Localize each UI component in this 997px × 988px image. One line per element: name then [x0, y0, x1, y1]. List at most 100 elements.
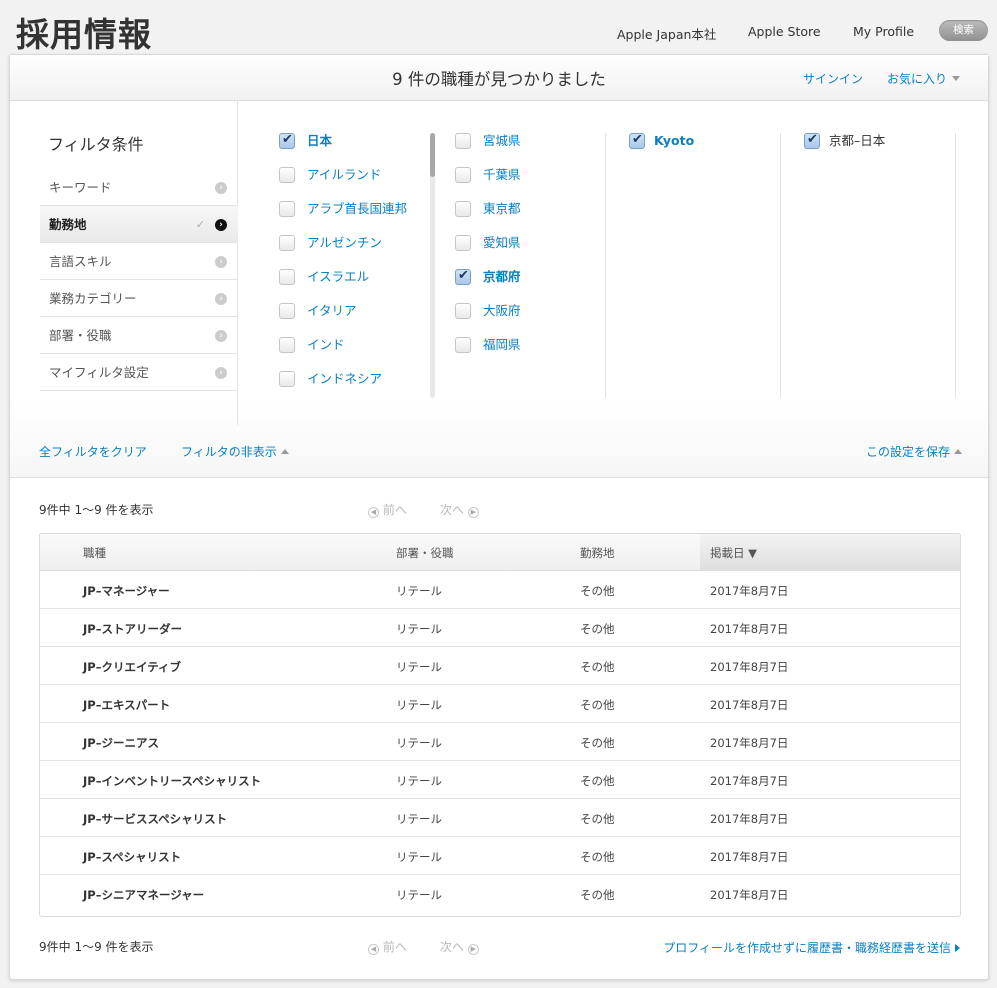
filter-category-location[interactable]: 勤務地 ✓ ›: [40, 206, 238, 243]
job-department: リテール: [396, 698, 442, 712]
column-header-date[interactable]: 掲載日 ▼: [710, 545, 757, 561]
table-row[interactable]: JP–クリエイティブ リテール その他 2017年8月7日: [40, 647, 960, 685]
country-option[interactable]: 日本: [279, 132, 424, 167]
country-option[interactable]: イタリア: [279, 303, 424, 337]
checkbox[interactable]: [455, 235, 471, 251]
filter-category-label: キーワード: [49, 180, 112, 195]
table-row[interactable]: JP–エキスパート リテール その他 2017年8月7日: [40, 685, 960, 723]
nav-apple-store[interactable]: Apple Store: [748, 24, 821, 39]
checkbox[interactable]: [629, 132, 645, 149]
filter-category-label: 勤務地: [49, 217, 87, 232]
checkbox[interactable]: [279, 132, 295, 149]
job-department: リテール: [396, 622, 442, 636]
country-option[interactable]: インドネシア: [279, 371, 424, 405]
job-title-link[interactable]: JP–ジーニアス: [83, 735, 159, 751]
prefecture-option[interactable]: 東京都: [455, 201, 595, 235]
country-scrollbar-thumb[interactable]: [430, 133, 435, 177]
job-department: リテール: [396, 660, 442, 674]
job-title-link[interactable]: JP–エキスパート: [83, 697, 170, 713]
country-option[interactable]: アイルランド: [279, 167, 424, 201]
table-row[interactable]: JP–ストアリーダー リテール その他 2017年8月7日: [40, 609, 960, 647]
chevron-right-icon: ›: [215, 182, 227, 194]
prefecture-option[interactable]: 大阪府: [455, 303, 595, 337]
prefecture-option[interactable]: 福岡県: [455, 337, 595, 371]
submit-resume-link[interactable]: プロフィールを作成せずに履歴書・職務経歴書を送信: [663, 939, 960, 956]
column-header-location[interactable]: 勤務地: [580, 545, 615, 561]
country-option[interactable]: アルゼンチン: [279, 235, 424, 269]
clear-filters-link[interactable]: 全フィルタをクリア: [39, 443, 147, 460]
job-title-link[interactable]: JP–シニアマネージャー: [83, 887, 204, 903]
prefecture-option[interactable]: 京都府: [455, 268, 595, 303]
checkbox[interactable]: [279, 371, 295, 387]
filter-category-keyword[interactable]: キーワード ›: [40, 169, 238, 206]
checkbox[interactable]: [279, 303, 295, 319]
city-option[interactable]: Kyoto: [629, 132, 769, 167]
checkbox[interactable]: [804, 132, 820, 149]
jobs-table: 職種 部署・役職 勤務地 掲載日 ▼ JP–マネージャー リテール その他 20…: [39, 533, 961, 917]
prefecture-options: 宮城県 千葉県 東京都 愛知県 京都府 大阪府 福岡県: [455, 133, 595, 371]
checkbox[interactable]: [455, 337, 471, 353]
chevron-right-icon: ▶: [467, 507, 479, 518]
country-option[interactable]: インド: [279, 337, 424, 371]
favorites-menu[interactable]: お気に入り: [887, 70, 961, 87]
checkbox[interactable]: [455, 201, 471, 217]
next-page-button-bottom[interactable]: 次へ ▶: [440, 938, 479, 955]
signin-link[interactable]: サインイン: [803, 70, 863, 87]
prefecture-option[interactable]: 宮城県: [455, 133, 595, 167]
job-date: 2017年8月7日: [710, 774, 789, 788]
next-page-button[interactable]: 次へ ▶: [440, 501, 479, 518]
checkbox[interactable]: [279, 337, 295, 353]
hide-filters-link[interactable]: フィルタの非表示: [181, 443, 289, 460]
job-title-link[interactable]: JP–マネージャー: [83, 583, 170, 599]
column-header-department[interactable]: 部署・役職: [396, 545, 454, 561]
job-location: その他: [580, 888, 615, 902]
filter-category-department[interactable]: 部署・役職 ›: [40, 317, 238, 354]
job-title-link[interactable]: JP–インベントリースペシャリスト: [83, 773, 261, 789]
job-title-link[interactable]: JP–ストアリーダー: [83, 621, 182, 637]
nav-apple-japan[interactable]: Apple Japan本社: [617, 24, 716, 43]
filter-category-list: キーワード › 勤務地 ✓ › 言語スキル › 業務カテゴリー › 部署・役職 …: [40, 169, 238, 391]
job-title-link[interactable]: JP–スペシャリスト: [83, 849, 181, 865]
prev-page-button[interactable]: ◀ 前へ: [368, 501, 407, 518]
checkbox[interactable]: [455, 303, 471, 319]
chevron-left-icon: ◀: [368, 507, 379, 518]
filter-category-my-filters[interactable]: マイフィルタ設定 ›: [40, 354, 238, 391]
filter-category-business[interactable]: 業務カテゴリー ›: [40, 280, 238, 317]
column-divider: [955, 133, 956, 398]
table-row[interactable]: JP–ジーニアス リテール その他 2017年8月7日: [40, 723, 960, 761]
search-button[interactable]: 検索: [939, 20, 988, 41]
table-row[interactable]: JP–インベントリースペシャリスト リテール その他 2017年8月7日: [40, 761, 960, 799]
table-row[interactable]: JP–サービススペシャリスト リテール その他 2017年8月7日: [40, 799, 960, 837]
job-title-link[interactable]: JP–クリエイティブ: [83, 659, 181, 675]
prefecture-option[interactable]: 愛知県: [455, 235, 595, 269]
job-date: 2017年8月7日: [710, 736, 789, 750]
column-header-title[interactable]: 職種: [83, 545, 106, 561]
column-divider: [780, 133, 781, 398]
country-option[interactable]: イスラエル: [279, 269, 424, 303]
prefecture-option[interactable]: 千葉県: [455, 167, 595, 201]
selected-option[interactable]: 京都–日本: [804, 132, 944, 167]
job-location: その他: [580, 698, 615, 712]
table-row[interactable]: JP–スペシャリスト リテール その他 2017年8月7日: [40, 837, 960, 875]
nav-my-profile[interactable]: My Profile: [853, 24, 914, 39]
job-title-link[interactable]: JP–サービススペシャリスト: [83, 811, 227, 827]
job-department: リテール: [396, 812, 442, 826]
filter-category-language[interactable]: 言語スキル ›: [40, 243, 238, 280]
chevron-right-icon: ›: [215, 219, 227, 231]
save-settings-link[interactable]: この設定を保存: [866, 443, 963, 460]
checkbox[interactable]: [455, 268, 471, 285]
country-option[interactable]: アラブ首長国連邦: [279, 201, 424, 235]
prev-page-button-bottom[interactable]: ◀ 前へ: [368, 938, 407, 955]
checkbox[interactable]: [455, 167, 471, 183]
checkbox[interactable]: [279, 269, 295, 285]
table-row[interactable]: JP–マネージャー リテール その他 2017年8月7日: [40, 571, 960, 609]
checkbox[interactable]: [279, 167, 295, 183]
checkbox[interactable]: [455, 133, 471, 149]
job-location: その他: [580, 812, 615, 826]
table-row[interactable]: JP–シニアマネージャー リテール その他 2017年8月7日: [40, 875, 960, 913]
pagination-summary: 9件中 1〜9 件を表示: [39, 503, 154, 517]
job-department: リテール: [396, 584, 442, 598]
checkbox[interactable]: [279, 201, 295, 217]
checkbox[interactable]: [279, 235, 295, 251]
favorites-label: お気に入り: [887, 72, 948, 86]
